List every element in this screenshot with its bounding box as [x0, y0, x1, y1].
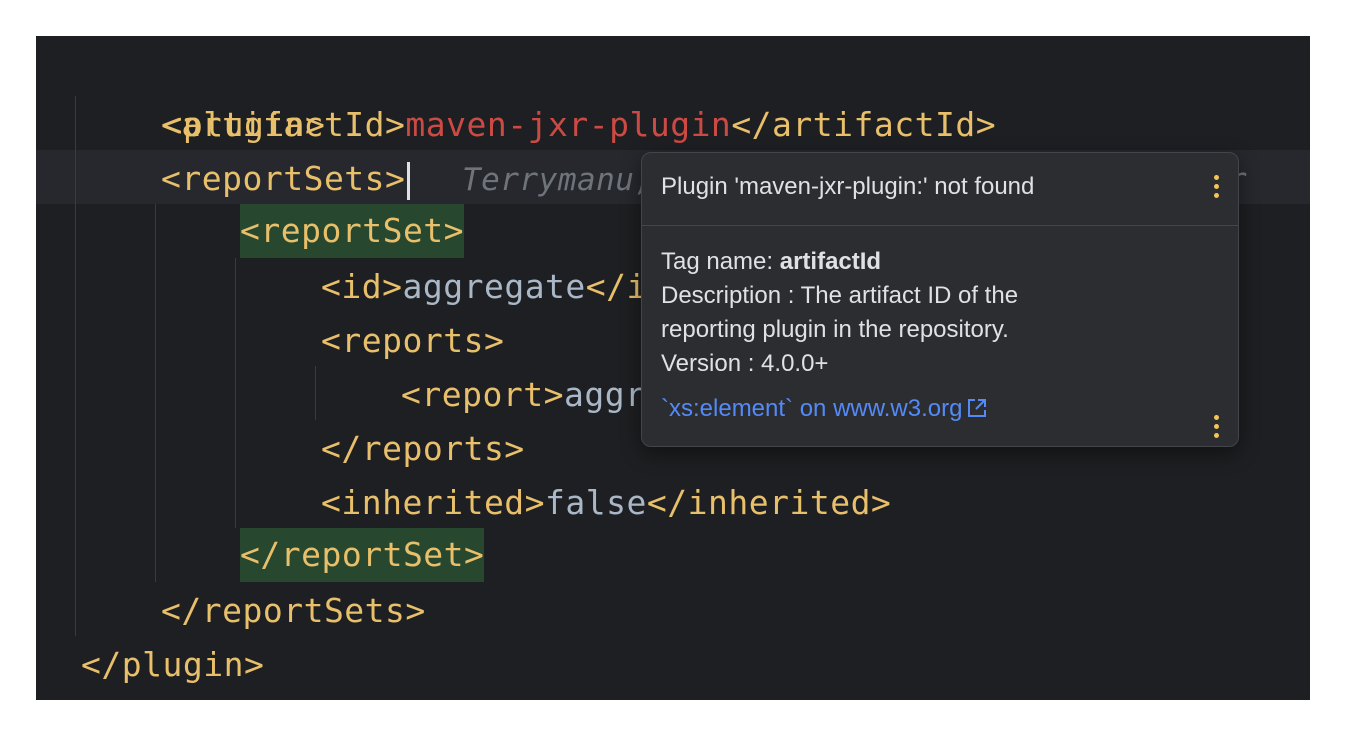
- more-vertical-icon[interactable]: [1214, 175, 1220, 201]
- code-line-11[interactable]: </reportSets>: [161, 584, 426, 638]
- code-line-3[interactable]: <reportSets>: [161, 152, 411, 206]
- code-line-4[interactable]: <reportSet>: [240, 204, 465, 258]
- reportsets-open-tag: <reportSets>: [161, 159, 406, 198]
- more-vertical-icon[interactable]: [1214, 415, 1220, 441]
- code-line-10[interactable]: </reportSet>: [240, 528, 485, 582]
- tag-name-label: Tag name:: [661, 248, 780, 275]
- indent-guide: [315, 366, 316, 420]
- tag-name-row: Tag name: artifactId: [661, 245, 1221, 279]
- code-line-9[interactable]: <inherited>false</inherited>: [321, 476, 891, 530]
- report-value: aggr: [563, 375, 646, 414]
- artifactid-open-tag: <artifactId>: [161, 105, 406, 144]
- indent-guide: [75, 96, 76, 636]
- description-line-1: Description : The artifact ID of the: [661, 282, 1019, 309]
- indent-guide: [155, 204, 156, 582]
- git-blame-inlay: Terrymanu,: [462, 152, 654, 206]
- plugin-close-tag: </plugin>: [81, 645, 265, 684]
- popup-title: Plugin 'maven-jxr-plugin:' not found: [661, 173, 1035, 200]
- id-open-tag: <id>: [321, 267, 403, 306]
- external-link-icon[interactable]: [966, 397, 988, 426]
- popup-header: Plugin 'maven-jxr-plugin:' not found: [642, 153, 1238, 226]
- text-caret: [407, 161, 411, 200]
- inherited-open-tag: <inherited>: [321, 483, 546, 522]
- code-line-12[interactable]: </plugin>: [81, 638, 264, 692]
- reportset-open-tag: <reportSet>: [240, 204, 465, 258]
- code-line-7[interactable]: <report>aggr: [401, 368, 645, 422]
- code-line-1[interactable]: <plugin>: [81, 44, 325, 144]
- inherited-close-tag: </inherited>: [646, 483, 892, 522]
- inherited-value: false: [545, 483, 647, 522]
- id-close-tag: </i: [585, 267, 647, 306]
- artifactid-close-tag: </artifactId>: [731, 105, 997, 144]
- code-line-8[interactable]: </reports>: [321, 422, 525, 476]
- w3-link-text[interactable]: `xs:element` on www.w3.org: [661, 395, 962, 422]
- w3-link[interactable]: `xs:element` on www.w3.org: [661, 395, 988, 426]
- reportsets-close-tag: </reportSets>: [161, 591, 426, 630]
- tag-name-value: artifactId: [779, 248, 882, 275]
- artifactid-value: maven-jxr-plugin: [405, 105, 732, 144]
- code-line-2[interactable]: <artifactId>maven-jxr-plugin</artifactId…: [161, 98, 996, 152]
- inlay-author: Terrymanu,: [462, 162, 654, 198]
- description-line-2: reporting plugin in the repository.: [661, 316, 1009, 343]
- report-open-tag: <report>: [401, 375, 564, 414]
- code-line-5[interactable]: <id>aggregate</i: [321, 260, 647, 314]
- code-line-6[interactable]: <reports>: [321, 314, 504, 368]
- reports-open-tag: <reports>: [321, 321, 505, 360]
- indent-guide: [235, 258, 236, 528]
- reports-close-tag: </reports>: [321, 429, 525, 468]
- documentation-popup: Plugin 'maven-jxr-plugin:' not found Tag…: [641, 152, 1239, 447]
- popup-content: Tag name: artifactId Description : The a…: [661, 245, 1221, 381]
- id-value: aggregate: [402, 267, 586, 306]
- reportset-close-tag: </reportSet>: [240, 528, 485, 582]
- version-text: Version : 4.0.0+: [661, 350, 829, 377]
